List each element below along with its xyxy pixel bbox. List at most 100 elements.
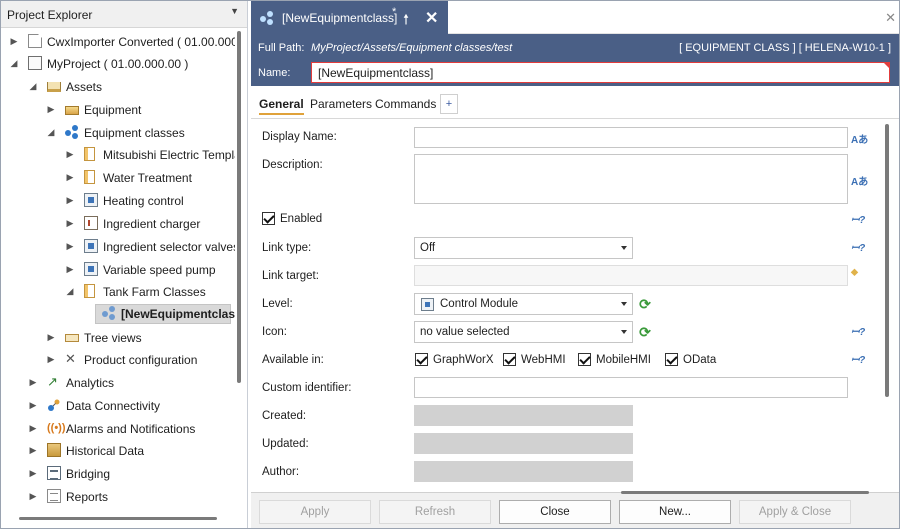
translate-icon[interactable]: Aあ: [851, 173, 869, 188]
tree-item-label[interactable]: Mitsubishi Electric Templa: [103, 148, 235, 162]
expand-arrow-icon[interactable]: ▶: [65, 148, 75, 160]
expand-arrow-icon[interactable]: ▶: [9, 35, 19, 47]
close-button[interactable]: Close: [499, 500, 611, 524]
tree-item-label[interactable]: Reports: [66, 490, 108, 504]
tree-item-myproject[interactable]: ◢ MyProject ( 01.00.000.00 ): [1, 53, 235, 75]
tree-item-label[interactable]: Bridging: [66, 467, 110, 481]
collapse-arrow-icon[interactable]: ◢: [46, 126, 56, 138]
tree-item-label[interactable]: Water Treatment: [103, 171, 192, 185]
add-tab-button[interactable]: +: [440, 94, 458, 114]
tree-item-historical-data[interactable]: ▶ Historical Data: [1, 440, 235, 462]
tree-item-label[interactable]: Assets: [66, 80, 102, 94]
tree-item-mitsubishi[interactable]: ▶ Mitsubishi Electric Templa: [1, 144, 235, 166]
editor-horizontal-scrollbar[interactable]: [621, 491, 869, 494]
tree-item-alarms-notifications[interactable]: ▶ ((•)) Alarms and Notifications: [1, 418, 235, 440]
odata-checkbox[interactable]: [665, 353, 678, 366]
tree-item-label[interactable]: [NewEquipmentclass]: [121, 307, 235, 321]
tab-general[interactable]: General: [259, 97, 304, 115]
translate-icon[interactable]: Aあ: [851, 131, 869, 146]
tree-item-label[interactable]: Variable speed pump: [103, 263, 216, 277]
expand-arrow-icon[interactable]: ▶: [65, 171, 75, 183]
editor-vertical-scrollbar[interactable]: [885, 124, 889, 397]
tree-item-equipment-classes[interactable]: ◢ Equipment classes: [1, 122, 235, 144]
apply-close-button[interactable]: Apply & Close: [739, 500, 851, 524]
level-select[interactable]: Control Module: [414, 293, 633, 315]
tree-item-label[interactable]: Ingredient selector valves: [103, 240, 235, 254]
mobilehmi-checkbox[interactable]: [578, 353, 591, 366]
tab-commands[interactable]: Commands: [375, 97, 436, 111]
tag-icon[interactable]: ⬥: [851, 267, 869, 281]
tree-item-label[interactable]: Product configuration: [84, 353, 197, 367]
expand-arrow-icon[interactable]: ▶: [28, 376, 38, 388]
explorer-horizontal-scrollbar[interactable]: [19, 517, 217, 520]
tree-item-bridging[interactable]: ▶ Bridging: [1, 463, 235, 485]
collapse-arrow-icon[interactable]: ◢: [65, 285, 75, 297]
tree-item-label[interactable]: Analytics: [66, 376, 114, 390]
tree-item-data-connectivity[interactable]: ▶ Data Connectivity: [1, 395, 235, 417]
refresh-icon[interactable]: ⟳: [637, 324, 653, 340]
custom-identifier-field[interactable]: [414, 377, 848, 398]
tree-item-ingredient-charger[interactable]: ▶ Ingredient charger: [1, 213, 235, 235]
expand-arrow-icon[interactable]: ▶: [65, 217, 75, 229]
expand-arrow-icon[interactable]: ▶: [65, 263, 75, 275]
description-field[interactable]: [414, 154, 848, 204]
collapse-arrow-icon[interactable]: ◢: [28, 80, 38, 92]
tree-item-label[interactable]: Ingredient charger: [103, 217, 200, 231]
chevron-down-icon[interactable]: ▼: [230, 6, 239, 16]
new-button[interactable]: New...: [619, 500, 731, 524]
apply-button[interactable]: Apply: [259, 500, 371, 524]
odata-label[interactable]: OData: [683, 354, 716, 366]
tree-item-label[interactable]: Equipment: [84, 103, 141, 117]
expand-arrow-icon[interactable]: ▶: [46, 103, 56, 115]
pin-icon[interactable]: 🠕: [403, 9, 409, 33]
webhmi-checkbox[interactable]: [503, 353, 516, 366]
close-icon[interactable]: ✕: [885, 10, 896, 26]
tab-parameters[interactable]: Parameters: [310, 97, 372, 111]
expand-arrow-icon[interactable]: ▶: [28, 399, 38, 411]
expand-arrow-icon[interactable]: ▶: [46, 331, 56, 343]
display-name-field[interactable]: [414, 127, 848, 148]
tree-item-assets[interactable]: ◢ Assets: [1, 76, 235, 98]
link-icon[interactable]: ꟷ?: [851, 212, 869, 226]
tree-item-label[interactable]: Heating control: [103, 194, 184, 208]
tab-title[interactable]: [NewEquipmentclass]: [282, 11, 397, 25]
expand-arrow-icon[interactable]: ▶: [28, 467, 38, 479]
tree-item-label[interactable]: Tank Farm Classes: [103, 285, 206, 299]
link-icon[interactable]: ꟷ?: [851, 352, 869, 366]
refresh-button[interactable]: Refresh: [379, 500, 491, 524]
expand-arrow-icon[interactable]: ▶: [65, 240, 75, 252]
link-icon[interactable]: ꟷ?: [851, 324, 869, 338]
expand-arrow-icon[interactable]: ▶: [28, 422, 38, 434]
enabled-checkbox[interactable]: [262, 212, 275, 225]
tree-item-heating-control[interactable]: ▶ Heating control: [1, 190, 235, 212]
tree-item-ingredient-selector-valves[interactable]: ▶ Ingredient selector valves: [1, 236, 235, 258]
tree-item-cwximporter[interactable]: ▶ CwxImporter Converted ( 01.00.000.0: [1, 31, 235, 53]
refresh-icon[interactable]: ⟳: [637, 296, 653, 312]
mobilehmi-label[interactable]: MobileHMI: [596, 354, 651, 366]
tree-item-variable-speed-pump[interactable]: ▶ Variable speed pump: [1, 259, 235, 281]
link-type-select[interactable]: Off: [414, 237, 633, 259]
webhmi-label[interactable]: WebHMI: [521, 354, 566, 366]
tree-item-reports[interactable]: ▶ Reports: [1, 486, 235, 508]
link-icon[interactable]: ꟷ?: [851, 240, 869, 254]
tree-item-label[interactable]: MyProject ( 01.00.000.00 ): [47, 57, 188, 71]
name-input[interactable]: [NewEquipmentclass]: [311, 62, 890, 83]
tree-item-new-equipment-class[interactable]: [NewEquipmentclass]: [1, 303, 235, 325]
tree-item-tank-farm-classes[interactable]: ◢ Tank Farm Classes: [1, 281, 235, 303]
tree-item-label[interactable]: Equipment classes: [84, 126, 185, 140]
enabled-label[interactable]: Enabled: [280, 213, 322, 225]
close-tab-icon[interactable]: ✕: [425, 8, 438, 28]
graphworx-label[interactable]: GraphWorX: [433, 354, 494, 366]
icon-select[interactable]: no value selected: [414, 321, 633, 343]
document-tab[interactable]: [NewEquipmentclass] * 🠕 ✕: [251, 1, 448, 34]
expand-arrow-icon[interactable]: ▶: [28, 490, 38, 502]
tree-item-label[interactable]: Tree views: [84, 331, 142, 345]
tree-item-tree-views[interactable]: ▶ Tree views: [1, 327, 235, 349]
tree-item-label[interactable]: Data Connectivity: [66, 399, 160, 413]
tree-item-product-configuration[interactable]: ▶ ✕ Product configuration: [1, 349, 235, 371]
tree-item-analytics[interactable]: ▶ ↗ Analytics: [1, 372, 235, 394]
tree-item-label[interactable]: Alarms and Notifications: [66, 422, 195, 436]
explorer-vertical-scrollbar[interactable]: [237, 31, 241, 383]
tree-item-label[interactable]: CwxImporter Converted ( 01.00.000.0: [47, 35, 235, 49]
expand-arrow-icon[interactable]: ▶: [46, 353, 56, 365]
